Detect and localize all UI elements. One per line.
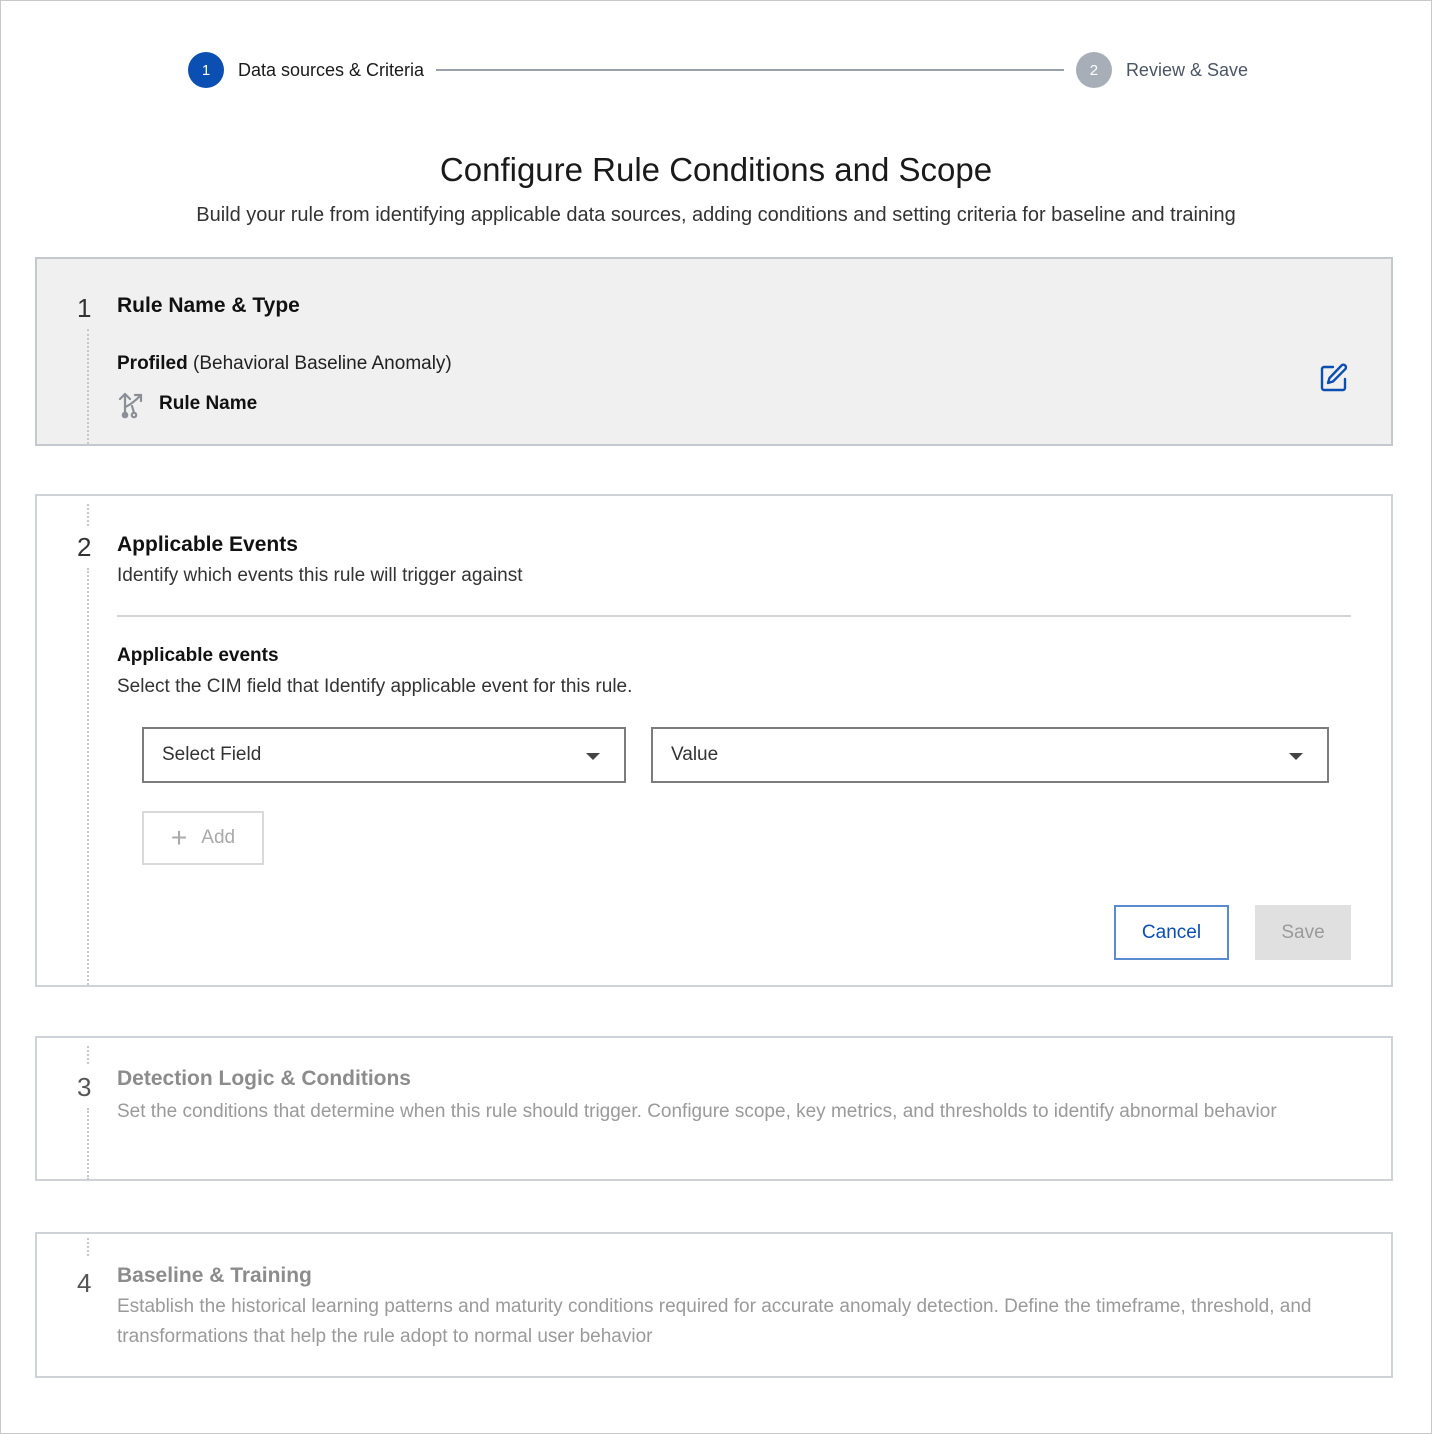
rule-name-row: Rule Name <box>117 389 257 419</box>
section-description: Set the conditions that determine when t… <box>117 1101 1277 1122</box>
section-rule-name-type: 1 Rule Name & Type Profiled (Behavioral … <box>35 257 1393 446</box>
section-number: 3 <box>77 1072 92 1102</box>
step-review-save[interactable]: 2 Review & Save <box>1075 52 1248 88</box>
section-title: Applicable Events <box>117 533 298 556</box>
add-label: Add <box>201 827 236 848</box>
chevron-down-icon <box>1289 753 1303 760</box>
save-button[interactable]: Save <box>1255 905 1351 960</box>
step-data-sources[interactable]: 1 Data sources & Criteria <box>188 52 424 88</box>
section-connector-top <box>87 1238 89 1256</box>
section-detection-logic: 3 Detection Logic & Conditions Set the c… <box>35 1036 1393 1181</box>
edit-icon <box>1320 363 1348 392</box>
section-connector <box>87 568 89 985</box>
section-divider <box>117 615 1351 617</box>
section-number: 1 <box>77 293 92 323</box>
chevron-down-icon <box>586 753 600 760</box>
subsection-title: Applicable events <box>117 645 279 666</box>
page-title: Configure Rule Conditions and Scope <box>439 151 993 188</box>
rule-name: Rule Name <box>159 393 258 414</box>
wizard-frame: 1 Data sources & Criteria 2 Review & Sav… <box>0 0 1432 1434</box>
section-connector-top <box>87 1046 89 1064</box>
section-number: 2 <box>77 532 92 562</box>
section-baseline-training: 4 Baseline & Training Establish the hist… <box>35 1232 1393 1378</box>
cancel-button[interactable]: Cancel <box>1114 905 1229 960</box>
step-label-2: Review & Save <box>1125 59 1248 80</box>
edit-rule-button[interactable] <box>1317 361 1351 395</box>
rule-branch-icon <box>118 392 143 419</box>
section-connector <box>87 329 89 444</box>
section-connector <box>87 1108 89 1180</box>
step-connector <box>436 69 1064 71</box>
section-title: Baseline & Training <box>117 1264 312 1287</box>
step-number-2: 2 <box>1075 52 1112 88</box>
step-label-1: Data sources & Criteria <box>238 59 425 80</box>
page-subtitle: Build your rule from identifying applica… <box>196 204 1236 226</box>
rule-type: Profiled (Behavioral Baseline Anomaly) <box>117 353 452 375</box>
stepper: 1 Data sources & Criteria 2 Review & Sav… <box>188 51 1248 89</box>
plus-icon: + <box>170 822 188 853</box>
add-condition-button[interactable]: + Add <box>142 811 264 865</box>
section-applicable-events: 2 Applicable Events Identify which event… <box>35 494 1393 987</box>
rule-type-name: Profiled <box>117 353 188 374</box>
select-field-dropdown[interactable]: Select Field <box>142 727 626 783</box>
section-title: Detection Logic & Conditions <box>117 1067 411 1090</box>
section-number: 4 <box>77 1268 92 1298</box>
step-number-1: 1 <box>188 52 224 88</box>
section-connector-top <box>87 504 89 526</box>
value-placeholder: Value <box>671 744 719 765</box>
section-description: Identify which events this rule will tri… <box>117 565 523 586</box>
section-title: Rule Name & Type <box>117 294 300 317</box>
subsection-description: Select the CIM field that Identify appli… <box>117 676 633 697</box>
rule-type-detail: (Behavioral Baseline Anomaly) <box>187 353 452 374</box>
section-description: Establish the historical learning patter… <box>117 1296 1312 1347</box>
select-field-placeholder: Select Field <box>162 744 262 765</box>
value-dropdown[interactable]: Value <box>651 727 1329 783</box>
